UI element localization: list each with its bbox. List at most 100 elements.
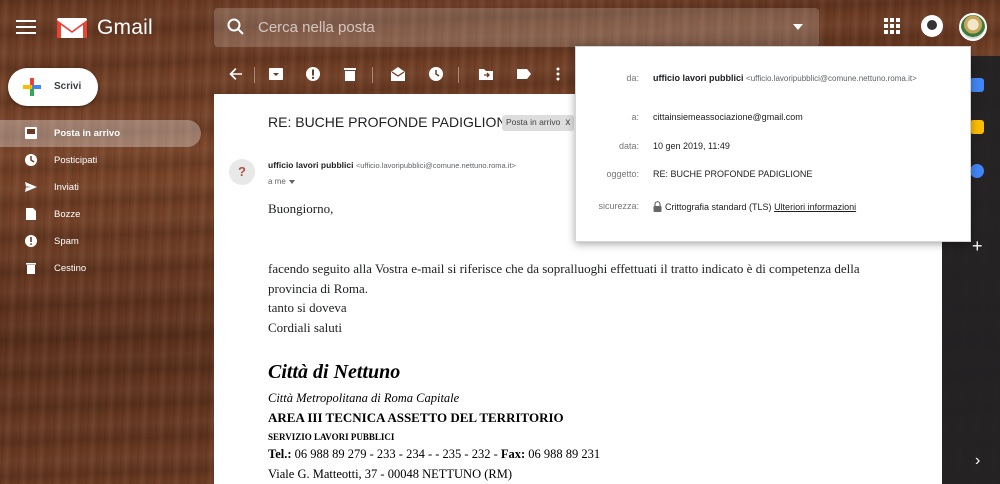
sidebar-item-label: Cestino bbox=[54, 263, 87, 274]
menu-icon bbox=[16, 32, 36, 34]
compose-plus-icon bbox=[23, 78, 41, 96]
details-date-row: data: 10 gen 2019, 11:49 bbox=[576, 141, 972, 157]
sidebar-item-label: Bozze bbox=[54, 209, 81, 220]
sender-name: ufficio lavori pubblici bbox=[268, 160, 354, 170]
sidebar-item-snoozed[interactable]: Posticipati bbox=[0, 147, 205, 174]
more-icon[interactable] bbox=[550, 66, 566, 82]
recipient-text: a me bbox=[268, 177, 286, 186]
menu-icon bbox=[16, 26, 36, 28]
signature-title: Città di Nettuno bbox=[268, 361, 401, 383]
tel-value: 06 988 89 279 - 233 - 234 - - 235 - 232 … bbox=[291, 447, 501, 461]
details-to-row: a: cittainsiemeassociazione@gmail.com bbox=[576, 112, 972, 128]
body-line: facendo seguito alla Vostra e-mail si ri… bbox=[268, 261, 860, 276]
fax-label: Fax: bbox=[500, 447, 526, 461]
security-more-info-link[interactable]: Ulteriori informazioni bbox=[774, 202, 856, 212]
calendar-icon[interactable] bbox=[970, 78, 984, 92]
delete-icon[interactable] bbox=[342, 66, 358, 82]
details-to-key: a: bbox=[631, 112, 639, 122]
draft-icon bbox=[26, 208, 36, 220]
sidebar-item-label: Spam bbox=[54, 236, 79, 247]
sidebar-nav: Posta in arrivo Posticipati Inviati Bozz… bbox=[0, 120, 205, 282]
sidebar-item-spam[interactable]: Spam bbox=[0, 228, 205, 255]
search-options-chevron-down-icon[interactable] bbox=[793, 24, 803, 30]
tasks-icon[interactable] bbox=[970, 164, 984, 178]
toolbar-divider bbox=[458, 67, 459, 83]
sender-line: ufficio lavori pubblici <ufficio.lavorip… bbox=[268, 160, 516, 170]
back-arrow-icon[interactable] bbox=[228, 66, 244, 82]
signature-line: AREA III TECNICA ASSETTO DEL TERRITORIO bbox=[268, 410, 564, 425]
body-line: tanto si doveva bbox=[268, 300, 347, 315]
greeting-text: Buongiorno, bbox=[268, 201, 334, 216]
remove-label-close-icon[interactable]: x bbox=[565, 117, 570, 131]
menu-icon bbox=[16, 20, 36, 22]
inbox-icon bbox=[25, 127, 37, 139]
snooze-icon[interactable] bbox=[428, 66, 444, 82]
signature-block: Città Metropolitana di Roma Capitale ARE… bbox=[268, 391, 600, 484]
body-line: Cordiali saluti bbox=[268, 319, 343, 335]
search-input[interactable] bbox=[258, 8, 778, 47]
notifications-icon[interactable] bbox=[921, 15, 943, 37]
details-subject-key: oggetto: bbox=[606, 169, 639, 179]
signature-line: Città Metropolitana di Roma Capitale bbox=[268, 391, 460, 405]
details-security-key: sicurezza: bbox=[598, 201, 639, 211]
label-chip-text: Posta in arrivo bbox=[506, 117, 561, 127]
message-subject: RE: BUCHE PROFONDE PADIGLIONE bbox=[268, 114, 516, 130]
details-from-row: da: ufficio lavori pubblici <ufficio.lav… bbox=[576, 73, 972, 89]
sidebar-item-label: Posticipati bbox=[54, 155, 98, 166]
body-line: provincia di Roma. bbox=[268, 280, 369, 296]
toolbar-divider bbox=[254, 67, 255, 83]
gmail-logo[interactable]: Gmail bbox=[56, 14, 153, 42]
inbox-label-chip[interactable]: Posta in arrivo x bbox=[502, 115, 575, 131]
app-name: Gmail bbox=[97, 16, 153, 39]
clock-icon bbox=[25, 154, 37, 166]
sidebar-item-drafts[interactable]: Bozze bbox=[0, 201, 205, 228]
message-toolbar bbox=[214, 58, 574, 92]
sidebar-item-trash[interactable]: Cestino bbox=[0, 255, 205, 282]
details-from-name: ufficio lavori pubblici bbox=[653, 73, 744, 83]
account-avatar[interactable] bbox=[959, 13, 987, 41]
details-date-key: data: bbox=[618, 141, 639, 151]
report-spam-icon[interactable] bbox=[305, 66, 321, 82]
details-from-key: da: bbox=[626, 73, 639, 83]
details-security-row: sicurezza: Crittografia standard (TLS) U… bbox=[576, 201, 972, 217]
lock-icon bbox=[653, 201, 662, 212]
main-menu-button[interactable] bbox=[14, 16, 38, 40]
gmail-envelope-icon bbox=[57, 18, 87, 38]
chevron-down-icon bbox=[288, 179, 295, 184]
message-details-popup: da: ufficio lavori pubblici <ufficio.lav… bbox=[575, 46, 971, 242]
sidebar-item-inbox[interactable]: Posta in arrivo bbox=[0, 120, 201, 147]
security-text: Crittografia standard (TLS) bbox=[665, 202, 772, 212]
compose-label: Scrivi bbox=[54, 81, 82, 92]
compose-button[interactable]: Scrivi bbox=[8, 68, 98, 106]
archive-icon[interactable] bbox=[268, 66, 284, 82]
details-security-value: Crittografia standard (TLS) Ulteriori in… bbox=[653, 201, 856, 212]
signature-address: Viale G. Matteotti, 37 - 00048 NETTUNO (… bbox=[268, 467, 513, 481]
spam-icon bbox=[25, 235, 37, 247]
sidebar-item-label: Posta in arrivo bbox=[54, 128, 120, 139]
toolbar-divider bbox=[372, 67, 373, 83]
move-to-icon[interactable] bbox=[478, 66, 494, 82]
signature-line: SERVIZIO LAVORI PUBBLICI bbox=[268, 432, 395, 442]
search-icon[interactable] bbox=[226, 17, 246, 37]
label-icon[interactable] bbox=[516, 66, 532, 82]
sender-email: <ufficio.lavoripubblici@comune.nettuno.r… bbox=[355, 161, 516, 170]
send-icon bbox=[25, 182, 37, 192]
details-from-value: ufficio lavori pubblici <ufficio.lavorip… bbox=[653, 73, 917, 83]
details-date-value: 10 gen 2019, 11:49 bbox=[653, 141, 730, 151]
fax-value: 06 988 89 231 bbox=[525, 447, 601, 461]
trash-icon bbox=[26, 263, 36, 274]
keep-icon[interactable] bbox=[970, 120, 984, 134]
mark-unread-icon[interactable] bbox=[390, 66, 406, 82]
signature-phone-line: Tel.: 06 988 89 279 - 233 - 234 - - 235 … bbox=[268, 447, 600, 467]
apps-grid-icon[interactable] bbox=[884, 18, 900, 34]
details-subject-value: RE: BUCHE PROFONDE PADIGLIONE bbox=[653, 169, 813, 179]
add-addon-plus-icon[interactable]: + bbox=[972, 236, 983, 257]
message-body: facendo seguito alla Vostra e-mail si ri… bbox=[268, 259, 928, 337]
details-to-value: cittainsiemeassociazione@gmail.com bbox=[653, 112, 803, 122]
sidebar-item-sent[interactable]: Inviati bbox=[0, 174, 205, 201]
sidebar-item-label: Inviati bbox=[54, 182, 79, 193]
expand-panel-chevron-right-icon[interactable]: › bbox=[975, 452, 980, 470]
sender-avatar: ? bbox=[229, 159, 255, 185]
search-bar bbox=[214, 8, 819, 47]
recipient-toggle[interactable]: a me bbox=[268, 177, 295, 186]
